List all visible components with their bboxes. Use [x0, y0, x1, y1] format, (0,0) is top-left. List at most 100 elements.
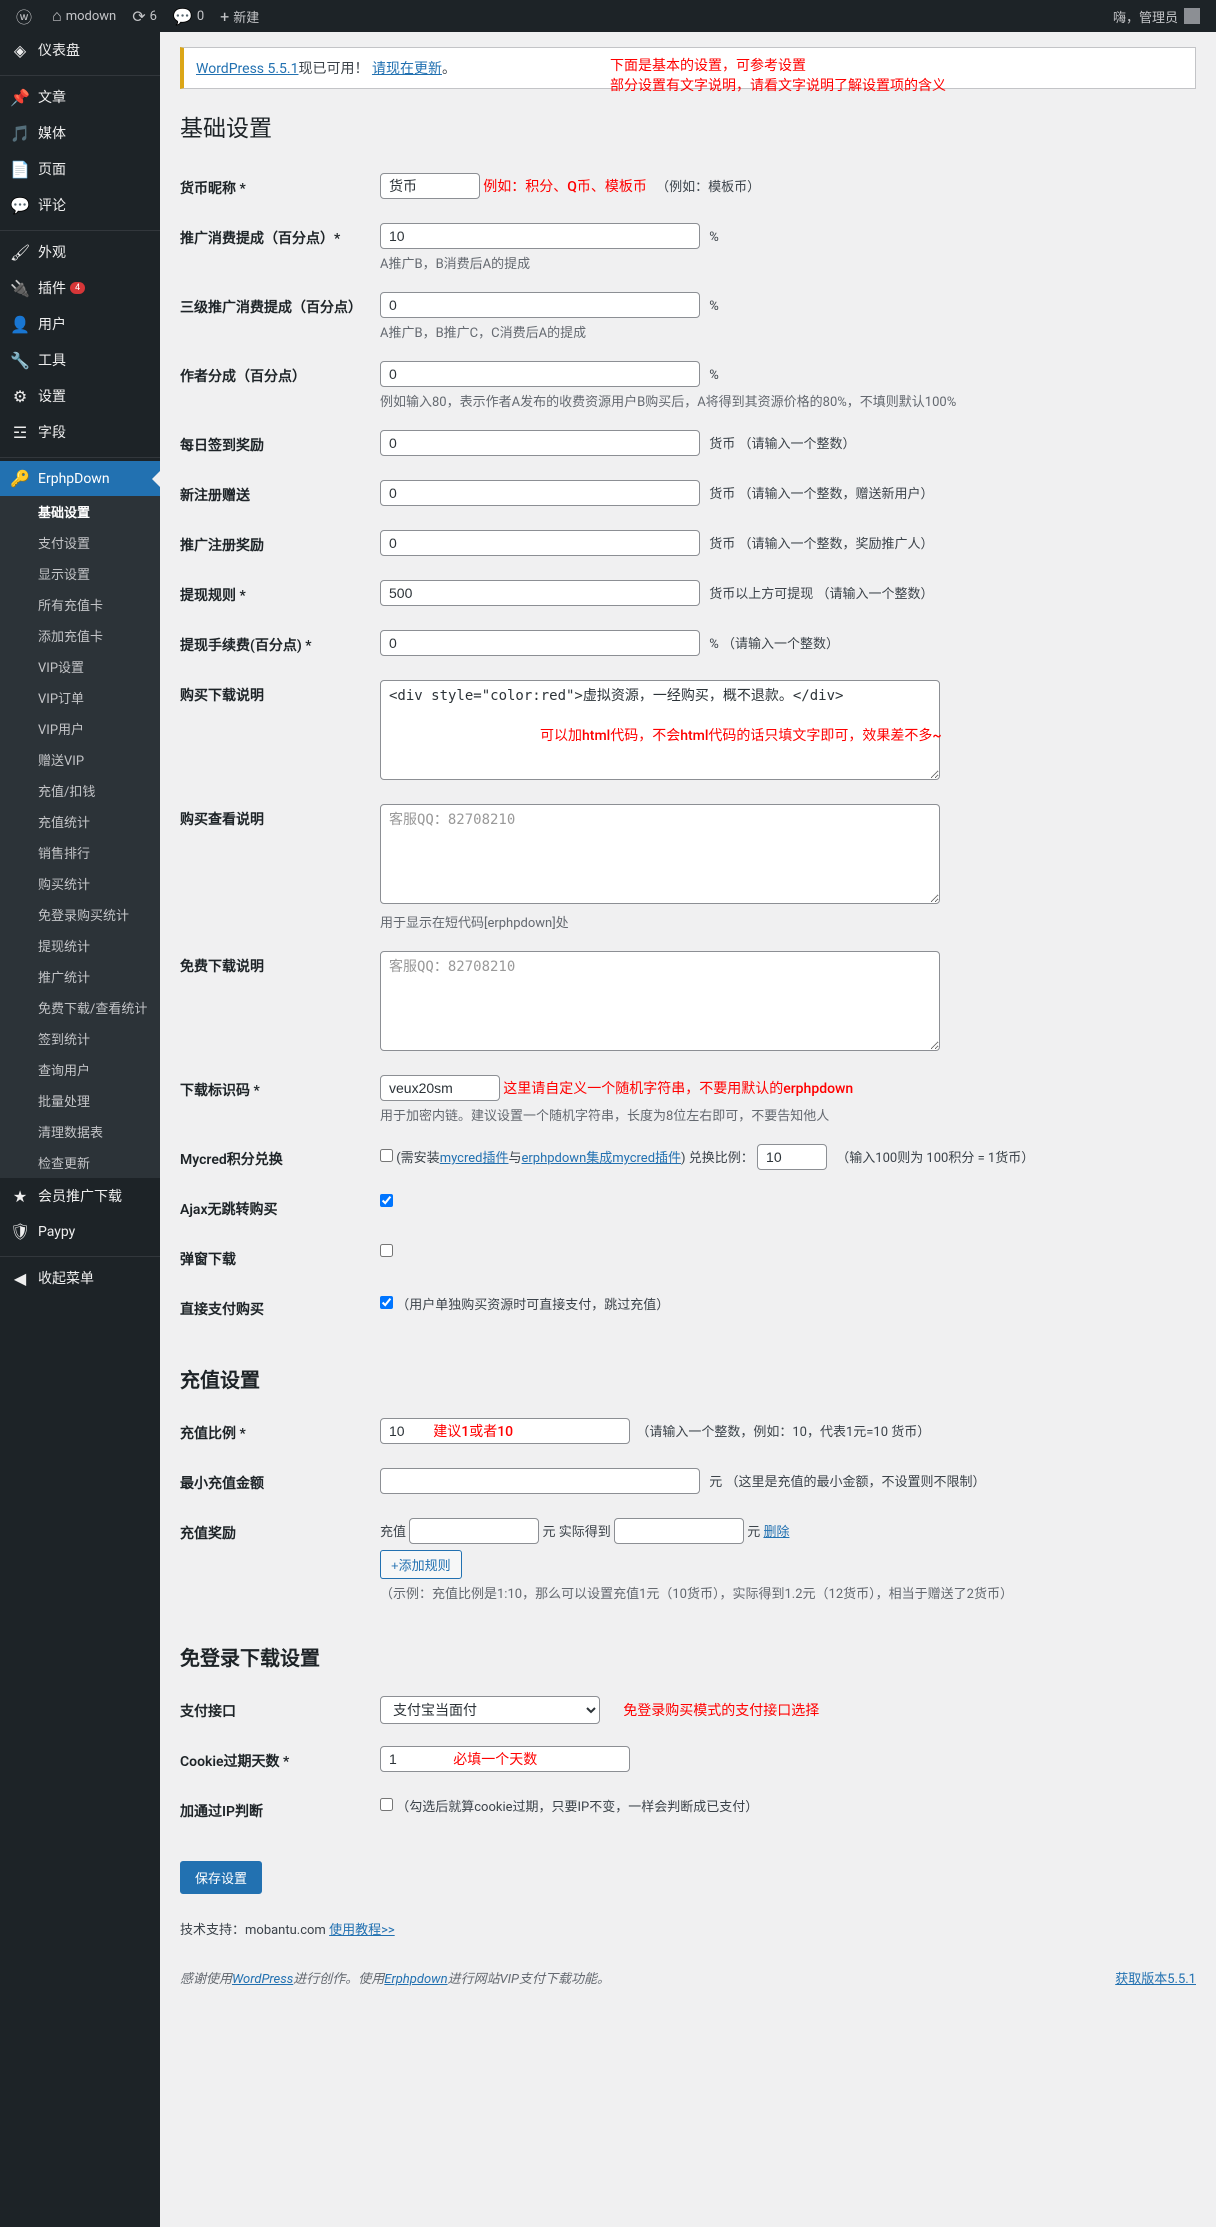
- menu-paypy[interactable]: 🛡Paypy: [0, 1214, 160, 1249]
- submenu-pay[interactable]: 支付设置: [0, 527, 160, 558]
- submenu-guest-buy-stats[interactable]: 免登录购买统计: [0, 899, 160, 930]
- submenu-checkin-stats[interactable]: 签到统计: [0, 1023, 160, 1054]
- wp-version-link[interactable]: WordPress 5.5.1: [196, 61, 298, 77]
- input-daily-checkin[interactable]: [380, 430, 700, 456]
- menu-erphpdown[interactable]: 🔑ErphpDown: [0, 461, 160, 496]
- submenu-basic[interactable]: 基础设置: [0, 496, 160, 527]
- select-pay-gateway[interactable]: 支付宝当面付: [380, 1696, 600, 1724]
- menu-posts[interactable]: 📌文章: [0, 79, 160, 115]
- input-promo-commission3[interactable]: [380, 292, 700, 318]
- recharge-settings-table: 充值比例 * 建议1或者10 （请输入一个整数，例如：10，代表1元=10 货币…: [180, 1408, 1196, 1612]
- submenu-add-card[interactable]: 添加充值卡: [0, 620, 160, 651]
- comment-icon: 💬: [10, 196, 30, 215]
- mycred-link1[interactable]: mycred插件: [440, 1151, 509, 1166]
- input-bonus-amount[interactable]: [409, 1518, 539, 1544]
- submenu-check-update[interactable]: 检查更新: [0, 1147, 160, 1178]
- input-mycred-ratio[interactable]: [757, 1144, 827, 1170]
- checkbox-mycred[interactable]: [380, 1149, 393, 1162]
- menu-member-promo[interactable]: ★会员推广下载: [0, 1178, 160, 1214]
- update-now-link[interactable]: 请现在更新: [372, 61, 442, 77]
- tutorial-link[interactable]: 使用教程>>: [329, 1923, 395, 1938]
- label-buy-view-desc: 购买查看说明: [180, 794, 380, 941]
- submenu-batch[interactable]: 批量处理: [0, 1085, 160, 1116]
- menu-appearance[interactable]: 🖌外观: [0, 234, 160, 270]
- menu-users[interactable]: 👤用户: [0, 306, 160, 342]
- site-name-link[interactable]: ⌂ modown: [44, 0, 124, 32]
- annotation-top: 下面是基本的设置，可参考设置 部分设置有文字说明，请看文字说明了解设置项的含义: [610, 55, 946, 95]
- submenu-clean-db[interactable]: 清理数据表: [0, 1116, 160, 1147]
- input-download-code[interactable]: [380, 1075, 500, 1101]
- dashboard-icon: ◈: [10, 41, 30, 60]
- menu-media[interactable]: 🎵媒体: [0, 115, 160, 151]
- gear-icon: ⚙: [10, 387, 30, 406]
- input-min-recharge[interactable]: [380, 1468, 700, 1494]
- submenu-sales-rank[interactable]: 销售排行: [0, 837, 160, 868]
- submenu-buy-stats[interactable]: 购买统计: [0, 868, 160, 899]
- label-promo-commission3: 三级推广消费提成（百分点）: [180, 282, 380, 351]
- input-promo-commission[interactable]: [380, 223, 700, 249]
- page-title: 基础设置: [180, 109, 1196, 143]
- input-withdraw-rule[interactable]: [380, 580, 700, 606]
- mycred-link2[interactable]: erphpdown集成mycred插件: [522, 1151, 682, 1166]
- checkbox-popup-dl[interactable]: [380, 1244, 393, 1257]
- submenu-vip-users[interactable]: VIP用户: [0, 713, 160, 744]
- wp-link[interactable]: WordPress: [232, 1972, 293, 1987]
- submenu-promo-stats[interactable]: 推广统计: [0, 961, 160, 992]
- submenu-withdraw-stats[interactable]: 提现统计: [0, 930, 160, 961]
- submenu-all-cards[interactable]: 所有充值卡: [0, 589, 160, 620]
- input-currency-name[interactable]: [380, 173, 480, 199]
- erphpdown-link[interactable]: Erphpdown: [384, 1972, 447, 1987]
- menu-collapse[interactable]: ◀收起菜单: [0, 1260, 160, 1296]
- input-bonus-get[interactable]: [614, 1518, 744, 1544]
- add-bonus-rule-button[interactable]: +添加规则: [380, 1550, 462, 1579]
- textarea-free-dl-desc[interactable]: 客服QQ：82708210: [380, 951, 940, 1051]
- label-popup-dl: 弹窗下载: [180, 1234, 380, 1284]
- textarea-buy-view-desc[interactable]: 客服QQ：82708210: [380, 804, 940, 904]
- annotation-ratio: 建议1或者10: [433, 1424, 513, 1440]
- updates-link[interactable]: ⟳6: [124, 0, 165, 32]
- submenu-recharge-stats[interactable]: 充值统计: [0, 806, 160, 837]
- menu-plugins[interactable]: 🔌插件4: [0, 270, 160, 306]
- submenu-free-dl-stats[interactable]: 免费下载/查看统计: [0, 992, 160, 1023]
- pin-icon: 📌: [10, 88, 30, 107]
- version-link[interactable]: 获取版本5.5.1: [1115, 1972, 1196, 1987]
- updates-count: 6: [150, 9, 157, 24]
- submenu-vip-settings[interactable]: VIP设置: [0, 651, 160, 682]
- wp-logo[interactable]: ⓦ: [8, 0, 44, 32]
- menu-fields[interactable]: ☲字段: [0, 414, 160, 450]
- input-new-register[interactable]: [380, 480, 700, 506]
- menu-tools[interactable]: 🔧工具: [0, 342, 160, 378]
- submenu-display[interactable]: 显示设置: [0, 558, 160, 589]
- user-icon: 👤: [10, 315, 30, 334]
- comments-link[interactable]: 💬0: [165, 0, 212, 32]
- submenu-query-user[interactable]: 查询用户: [0, 1054, 160, 1085]
- label-buy-dl-desc: 购买下载说明: [180, 670, 380, 794]
- input-promo-register[interactable]: [380, 530, 700, 556]
- menu-comments[interactable]: 💬评论: [0, 187, 160, 223]
- label-cookie-days: Cookie过期天数 *: [180, 1736, 380, 1786]
- input-withdraw-fee[interactable]: [380, 630, 700, 656]
- home-icon: ⌂: [52, 6, 62, 26]
- menu-pages[interactable]: 📄页面: [0, 151, 160, 187]
- label-direct-pay: 直接支付购买: [180, 1284, 380, 1334]
- checkbox-ip-check[interactable]: [380, 1798, 393, 1811]
- my-account[interactable]: 嗨，管理员: [1105, 0, 1208, 32]
- submenu-recharge[interactable]: 充值/扣钱: [0, 775, 160, 806]
- menu-settings[interactable]: ⚙设置: [0, 378, 160, 414]
- admin-bar: ⓦ ⌂ modown ⟳6 💬0 +新建 嗨，管理员: [0, 0, 1216, 32]
- input-author-share[interactable]: [380, 361, 700, 387]
- wp-footer: 感谢使用WordPress进行创作。使用Erphpdown进行网站VIP支付下载…: [160, 1958, 1216, 1997]
- label-ip-check: 加通过IP判断: [180, 1786, 380, 1836]
- submenu-gift-vip[interactable]: 赠送VIP: [0, 744, 160, 775]
- page-icon: 📄: [10, 160, 30, 179]
- save-button[interactable]: 保存设置: [180, 1861, 262, 1894]
- label-new-register: 新注册赠送: [180, 470, 380, 520]
- brush-icon: 🖌: [10, 243, 30, 262]
- new-link[interactable]: +新建: [212, 0, 267, 32]
- menu-dashboard[interactable]: ◈仪表盘: [0, 32, 160, 68]
- bonus-delete-link[interactable]: 删除: [763, 1525, 789, 1540]
- checkbox-direct-pay[interactable]: [380, 1296, 393, 1309]
- site-name: modown: [66, 9, 117, 24]
- submenu-vip-orders[interactable]: VIP订单: [0, 682, 160, 713]
- checkbox-ajax-buy[interactable]: [380, 1194, 393, 1207]
